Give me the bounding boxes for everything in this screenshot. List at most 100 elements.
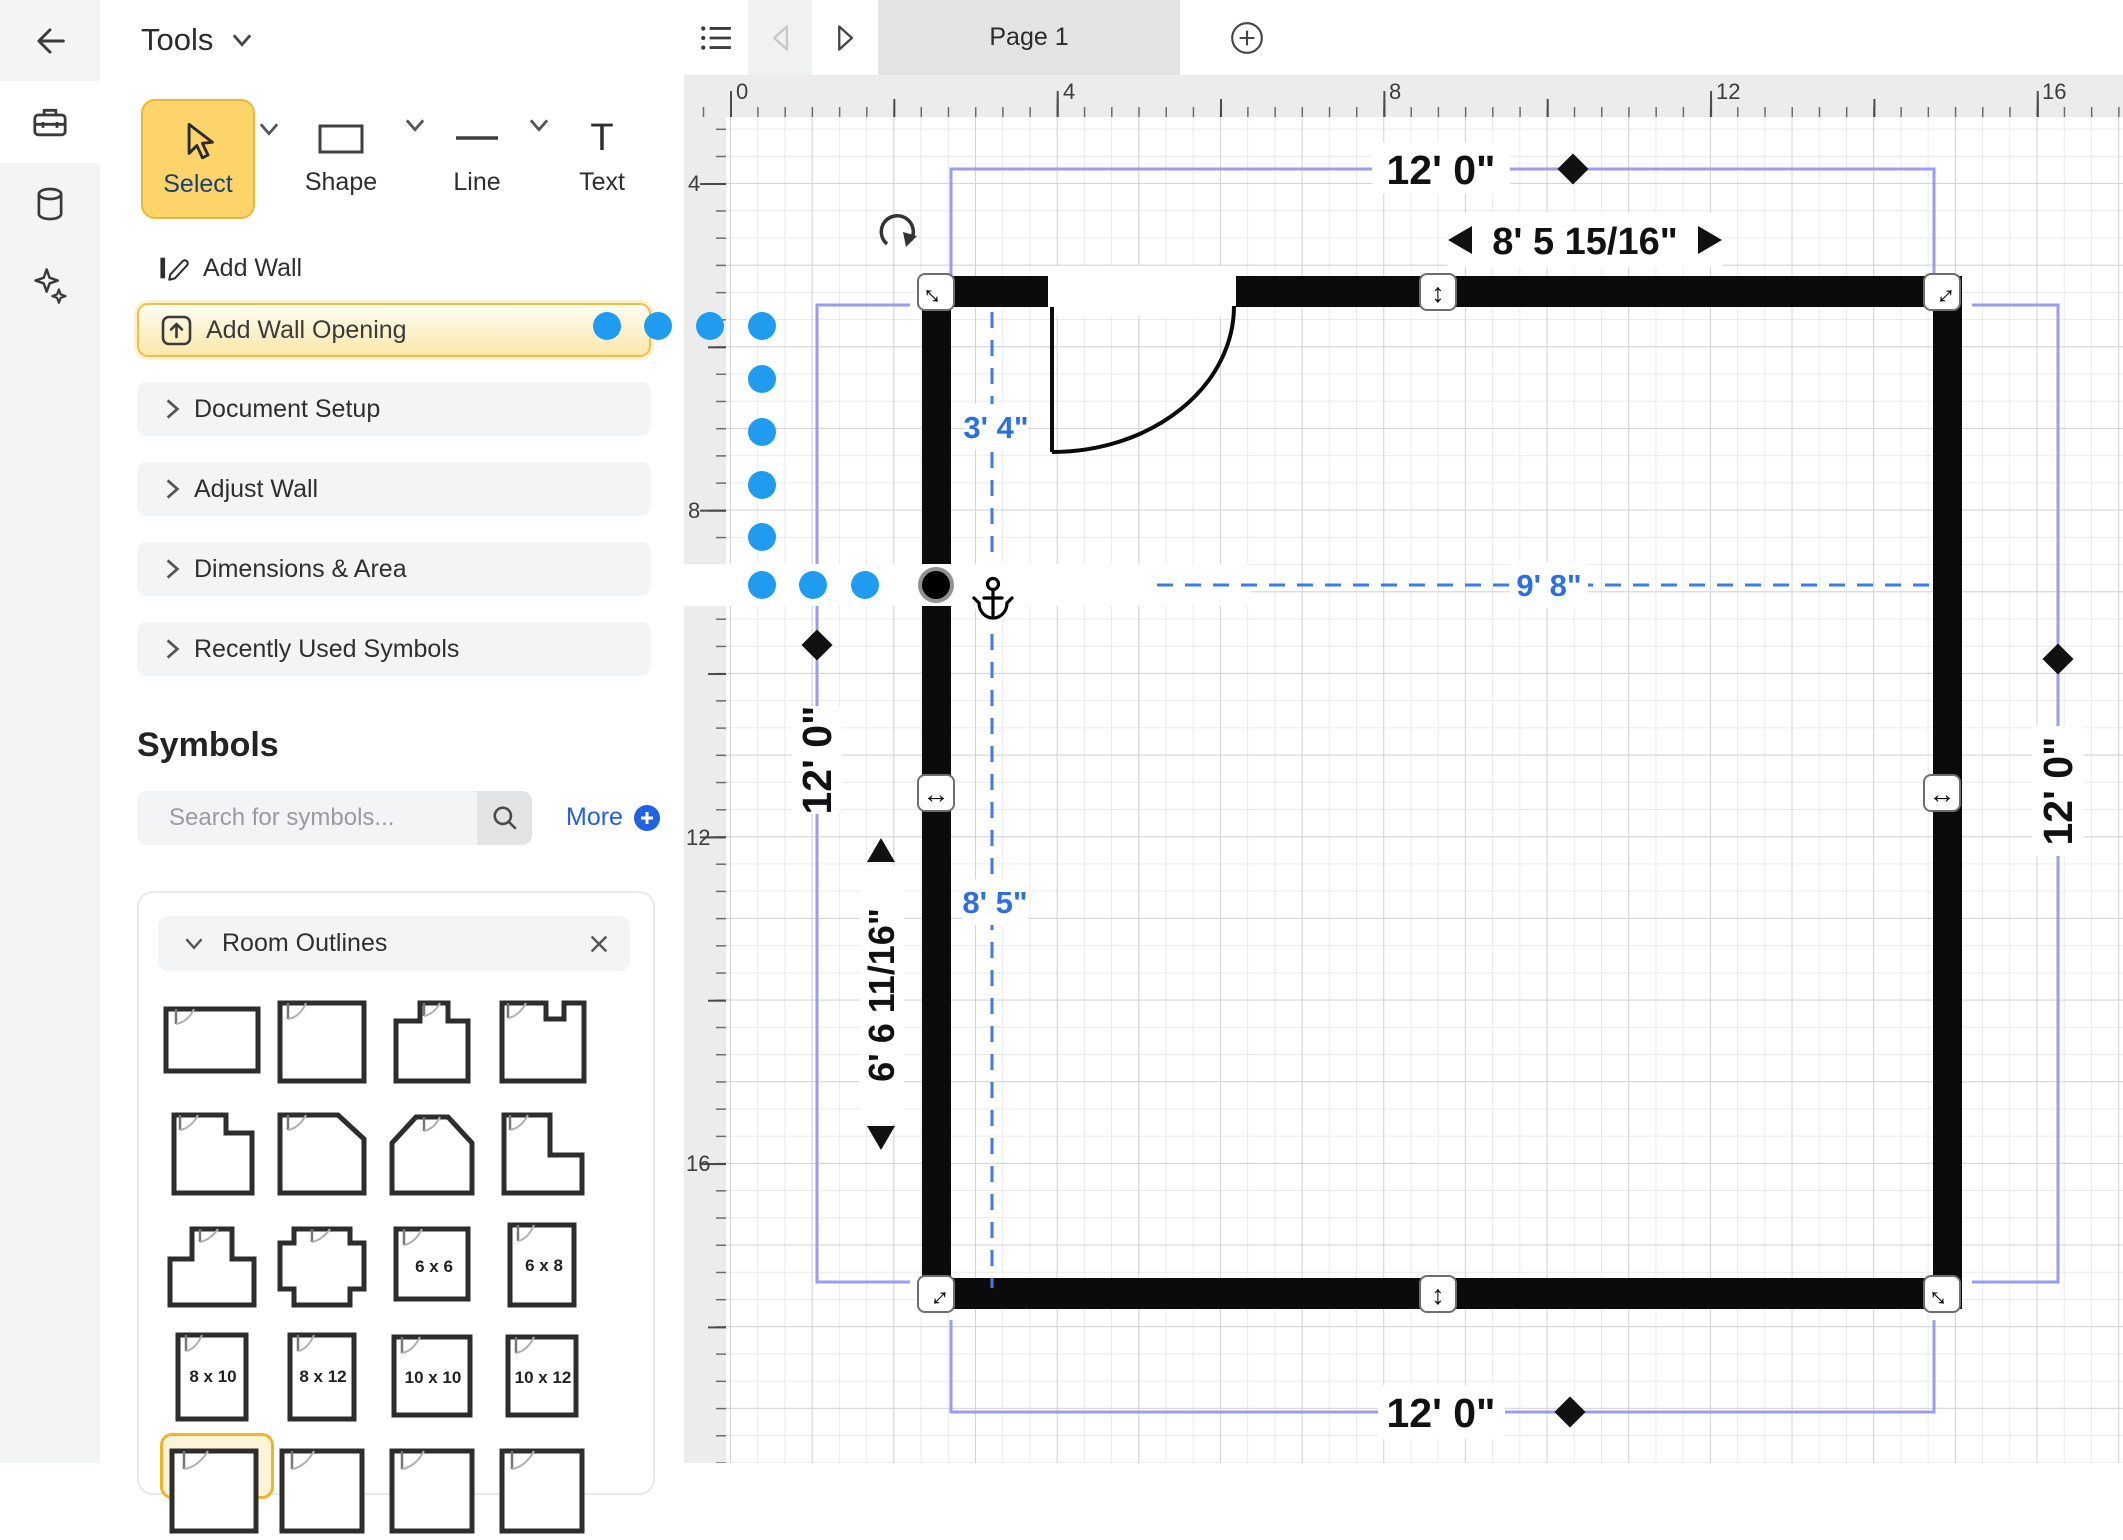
add-wall-opening-button[interactable]: Add Wall Opening [137,303,651,357]
next-page-button[interactable] [812,0,878,75]
room-outline-pentagon[interactable] [382,1107,482,1202]
search-button[interactable] [477,791,532,845]
back-arrow-icon [30,21,70,61]
room-outline-8x10[interactable]: 8 x 10 [162,1331,262,1426]
room-outline-beveled-corner[interactable] [272,1107,372,1202]
text-tool-icon: T [590,118,613,158]
close-icon[interactable] [588,933,610,955]
sparkles-icon [30,265,70,305]
ruler-number: 16 [2042,79,2066,105]
chevron-down-icon [231,33,253,47]
room-outline-item[interactable] [492,1445,592,1540]
database-icon [30,184,70,224]
prev-page-button[interactable] [748,0,812,75]
ruler-number: 4 [688,171,700,197]
prev-page-icon [767,23,793,53]
page-tab[interactable]: Page 1 [878,0,1180,75]
room-outline-square[interactable] [272,995,372,1090]
line-tool-button[interactable]: Line [422,99,532,215]
ruler-number: 12 [1716,79,1740,105]
room-size-label: 8 x 10 [189,1367,236,1386]
section-label: Dimensions & Area [194,555,407,584]
chevron-right-icon [165,558,180,580]
collapse-chevron-icon [184,937,204,950]
rail-item-data[interactable] [0,163,100,245]
room-outlines-title: Room Outlines [222,929,570,958]
room-outline-rect-wide[interactable] [162,995,262,1090]
toolbox-icon [29,101,71,143]
next-page-icon [832,23,858,53]
page-list-icon [699,23,733,53]
drawing-canvas[interactable] [726,117,2123,1463]
section-label: Document Setup [194,395,380,424]
room-outline-l-shape[interactable] [492,1107,592,1202]
add-wall-icon [159,255,189,281]
room-outline-top-notch[interactable] [492,995,592,1090]
rectangle-icon [317,118,365,158]
select-dropdown-chevron-icon[interactable] [258,122,280,136]
section-dimensions-area[interactable]: Dimensions & Area [137,542,651,596]
tools-panel: Tools Select Shape Line T Text [100,0,685,1463]
room-size-label: 6 x 6 [415,1257,453,1276]
add-page-button[interactable] [1214,0,1280,75]
section-recently-used-symbols[interactable]: Recently Used Symbols [137,622,651,676]
more-symbols-button[interactable]: More [566,803,661,832]
rail-item-ai[interactable] [0,244,100,326]
section-document-setup[interactable]: Document Setup [137,382,651,436]
icon-rail [0,0,101,1463]
add-wall-button[interactable]: Add Wall [137,241,651,295]
add-wall-label: Add Wall [203,254,302,283]
more-label: More [566,803,623,832]
plus-circle-filled-icon [633,804,661,832]
add-page-icon [1229,20,1265,56]
add-wall-opening-label: Add Wall Opening [206,316,407,345]
chevron-right-icon [165,398,180,420]
text-tool-button[interactable]: T Text [547,99,657,215]
select-tool-button[interactable]: Select [141,99,255,219]
vertical-ruler: 4 8 12 16 [684,117,726,1463]
section-label: Adjust Wall [194,475,318,504]
shape-tool-button[interactable]: Shape [286,99,396,215]
ruler-number: 4 [1063,79,1075,105]
room-outline-8x12[interactable]: 8 x 12 [272,1331,372,1426]
section-adjust-wall[interactable]: Adjust Wall [137,462,651,516]
shape-tool-label: Shape [305,168,377,197]
search-icon [491,804,519,832]
symbol-search-input[interactable] [137,791,477,845]
room-outlines-header[interactable]: Room Outlines [158,916,630,971]
panel-title: Tools [141,22,213,58]
ruler-number: 16 [686,1151,710,1177]
page-tab-bar: Page 1 [684,0,2123,76]
symbols-heading: Symbols [137,726,279,765]
room-outline-top-tab[interactable] [382,995,482,1090]
chevron-right-icon [165,478,180,500]
room-outline-cross[interactable] [272,1219,372,1314]
back-button[interactable] [0,0,100,82]
room-outline-item[interactable] [272,1445,372,1540]
select-tool-label: Select [163,170,232,199]
page-tab-label: Page 1 [989,23,1068,52]
room-outline-10x12[interactable]: 10 x 12 [492,1331,592,1426]
room-outline-6x8[interactable]: 6 x 8 [492,1219,592,1314]
panel-title-row[interactable]: Tools [141,22,253,58]
room-size-label: 8 x 12 [299,1367,346,1386]
room-outline-6x6[interactable]: 6 x 6 [382,1219,482,1314]
line-tool-label: Line [453,168,500,197]
horizontal-ruler: 0 4 8 12 16 [684,75,2123,117]
room-outline-step-right[interactable] [162,1107,262,1202]
room-outline-selected[interactable] [164,1445,264,1540]
room-outline-10x10[interactable]: 10 x 10 [382,1331,482,1426]
room-size-label: 10 x 10 [405,1368,462,1387]
room-outline-item[interactable] [382,1445,482,1540]
wall-opening-icon [161,315,192,346]
ruler-number: 8 [1389,79,1401,105]
rail-item-tools[interactable] [0,81,100,163]
text-tool-label: Text [579,168,625,197]
cursor-icon [179,120,217,160]
room-outline-t-shape[interactable] [162,1219,262,1314]
ruler-number: 12 [686,825,710,851]
chevron-right-icon [165,638,180,660]
page-list-button[interactable] [684,0,748,75]
ruler-number: 8 [688,498,700,524]
line-icon [453,118,501,158]
